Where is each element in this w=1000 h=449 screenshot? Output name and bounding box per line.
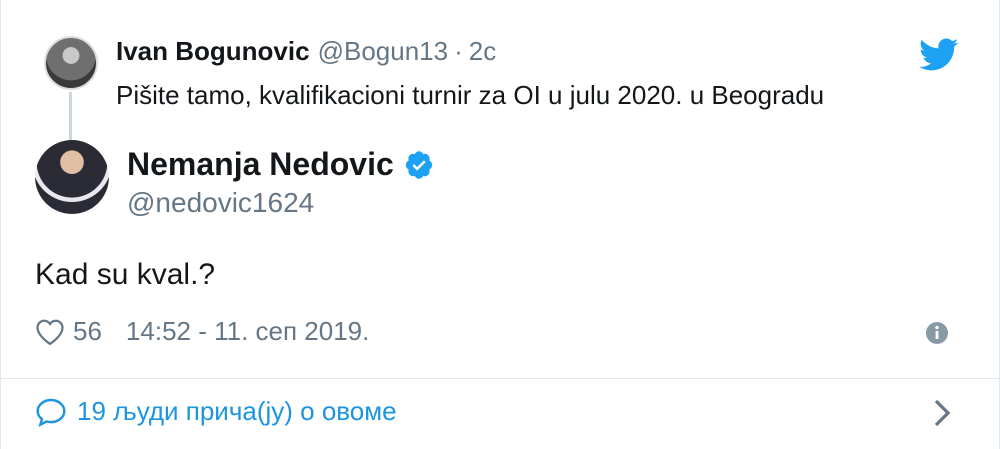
tweet-meta: 56 14:52 - 11. сеп 2019. [35, 316, 369, 347]
verified-badge-icon [405, 150, 432, 179]
author-name[interactable]: Ivan Bogunovic [116, 36, 310, 66]
parent-tweet-text: Pišite tamo, kvalifikacioni turnir za OI… [116, 80, 825, 110]
separator-dot: · [454, 36, 463, 66]
chevron-right-icon[interactable] [931, 398, 953, 428]
info-icon[interactable] [925, 321, 949, 345]
conversation-label[interactable]: 19 људи прича(ју) о овоме [77, 396, 397, 427]
tweet-time[interactable]: 2c [469, 36, 496, 66]
avatar[interactable] [35, 140, 109, 214]
parent-tweet[interactable]: Ivan Bogunovic @Bogun13 · 2c Pišite tamo, k… [1, 0, 1000, 140]
parent-tweet-header: Ivan Bogunovic @Bogun13 · 2c [116, 36, 496, 67]
author-handle[interactable]: @nedovic1624 [127, 187, 314, 219]
embedded-tweet-card: Ivan Bogunovic @Bogun13 · 2c Pišite tamo, k… [0, 0, 1000, 449]
heart-icon[interactable] [35, 318, 65, 346]
author-name[interactable]: Nemanja Nedovic [127, 146, 394, 183]
divider [1, 378, 1000, 379]
conversation-link[interactable]: 19 људи прича(ју) о овоме [35, 396, 397, 427]
speech-bubble-icon [36, 398, 66, 427]
author-name-row: Nemanja Nedovic [127, 146, 434, 183]
twitter-bird-icon[interactable] [919, 38, 959, 72]
avatar[interactable] [44, 36, 98, 90]
author-handle[interactable]: @Bogun13 [318, 36, 449, 66]
like-count[interactable]: 56 [73, 316, 102, 347]
tweet-text: Kad su kval.? [35, 258, 216, 291]
thread-connector-line [69, 92, 72, 140]
tweet-timestamp[interactable]: 14:52 - 11. сеп 2019. [126, 316, 369, 347]
